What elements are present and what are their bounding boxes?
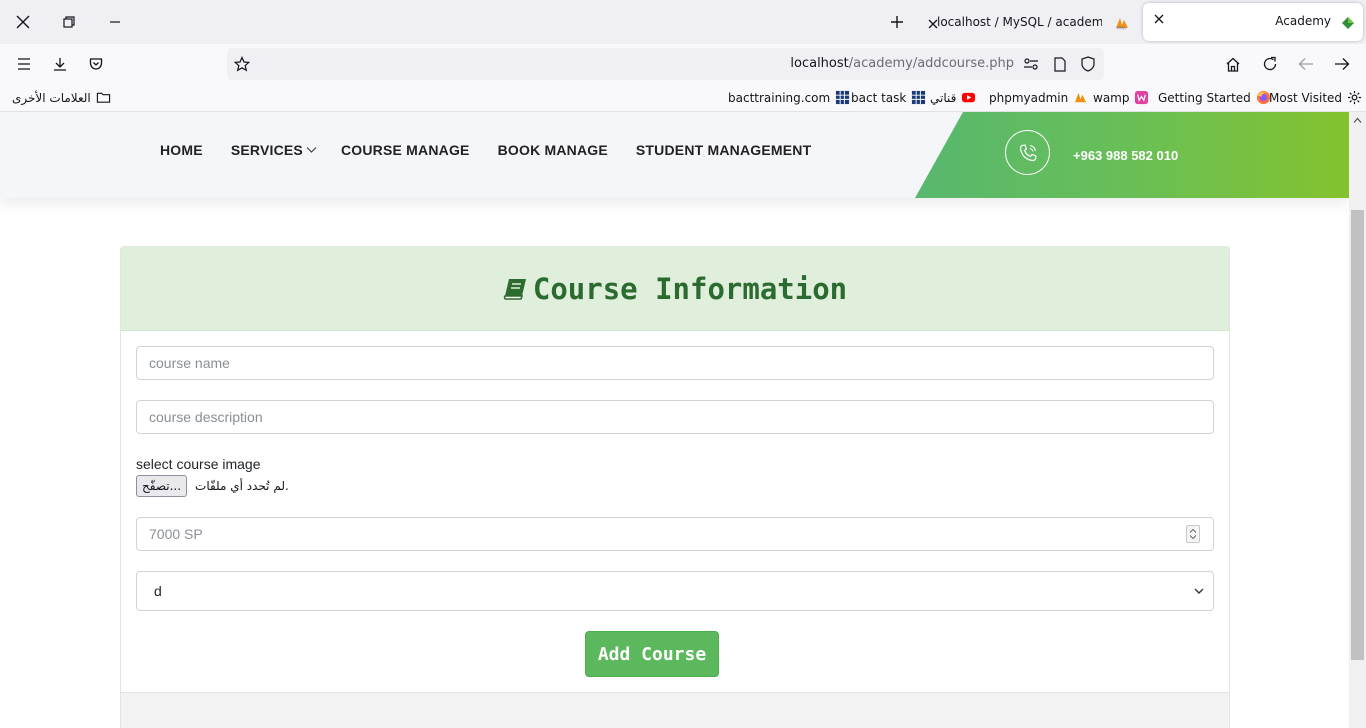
course-name-input[interactable]: [136, 346, 1214, 380]
chevron-down-icon: [306, 147, 317, 153]
bookmark-bact-task[interactable]: bact task: [851, 90, 926, 105]
svg-text:PMA: PMA: [1117, 26, 1126, 31]
forward-icon[interactable]: [1330, 52, 1354, 76]
youtube-icon: [962, 92, 976, 103]
grid-icon: [912, 90, 926, 105]
reload-icon[interactable]: [1258, 52, 1282, 76]
url-text[interactable]: localhost/academy/addcourse.php: [790, 56, 1014, 71]
phone-number[interactable]: +963 988 582 010: [1073, 148, 1178, 163]
home-icon[interactable]: [1221, 52, 1245, 76]
page-viewport: HOME SERVICES COURSE MANAGE BOOK MANAGE …: [0, 112, 1349, 728]
chevron-down-icon: [1194, 588, 1204, 594]
category-selected-value: d: [154, 583, 162, 599]
bookmark-label: bacttraining.com: [728, 90, 831, 105]
bookmark-label: قناتي: [930, 90, 957, 105]
folder-icon: [96, 92, 110, 103]
grid-icon: [836, 90, 850, 105]
course-description-input[interactable]: [136, 400, 1214, 434]
bookmark-label: Most Visited: [1269, 90, 1343, 105]
spinner-arrows-icon: [1189, 528, 1197, 540]
price-input[interactable]: [136, 517, 1214, 551]
close-window-icon[interactable]: [10, 9, 36, 35]
main-menu: HOME SERVICES COURSE MANAGE BOOK MANAGE …: [160, 142, 811, 158]
tab-close-icon[interactable]: [1151, 11, 1167, 27]
back-icon[interactable]: [1294, 52, 1318, 76]
course-image-label: select course image: [136, 456, 261, 472]
course-form-card: Course Information select course image ت…: [120, 246, 1230, 728]
menu-icon[interactable]: [12, 52, 36, 76]
card-header: Course Information: [121, 247, 1229, 331]
bookmarks-toolbar: العلامات الأخرى bacttraining.com bact ta…: [0, 84, 1366, 112]
card-footer: [121, 692, 1229, 728]
menu-services-label: SERVICES: [230, 142, 303, 158]
bookmark-star-icon[interactable]: [230, 52, 254, 76]
minimize-window-icon[interactable]: [102, 9, 128, 35]
menu-student-management[interactable]: STUDENT MANAGEMENT: [636, 142, 811, 158]
tab-title: Academy: [1275, 14, 1331, 28]
other-bookmarks-label: العلامات الأخرى: [12, 90, 91, 105]
phone-icon: [1005, 130, 1050, 175]
category-select[interactable]: d: [136, 571, 1214, 611]
downloads-icon[interactable]: [48, 52, 72, 76]
menu-book-manage[interactable]: BOOK MANAGE: [498, 142, 608, 158]
scrollbar-thumb[interactable]: [1351, 210, 1364, 660]
bookmark-label: wamp: [1093, 90, 1130, 105]
price-field: [136, 517, 1214, 551]
pma-icon: PMA: [1114, 15, 1130, 31]
bookmark-label: bact task: [851, 90, 907, 105]
site-header: HOME SERVICES COURSE MANAGE BOOK MANAGE …: [0, 112, 1349, 198]
pma-icon: [1075, 92, 1087, 103]
reader-view-icon[interactable]: [1048, 52, 1072, 76]
tab-bar: localhost / MySQL / academy / PMA Academ…: [0, 0, 1366, 44]
bookmark-phpmyadmin[interactable]: phpmyadmin: [989, 90, 1088, 105]
browse-button[interactable]: تصفّح...: [136, 475, 188, 497]
bookmark-wamp[interactable]: wamp: [1093, 90, 1149, 105]
bookmark-bacttraining[interactable]: bacttraining.com: [728, 90, 850, 105]
tab-title: localhost / MySQL / academy /: [937, 15, 1102, 29]
url-bar[interactable]: localhost/academy/addcourse.php: [227, 48, 1104, 80]
menu-home[interactable]: HOME: [160, 142, 203, 158]
scroll-up-icon[interactable]: [1353, 116, 1362, 125]
tracking-shield-icon[interactable]: [1076, 52, 1100, 76]
gear-icon: [1347, 90, 1362, 105]
bookmark-my-channel[interactable]: قناتي: [930, 90, 976, 105]
number-spinner[interactable]: [1186, 525, 1200, 543]
academy-favicon-icon: [1341, 15, 1355, 29]
bookmark-getting-started[interactable]: Getting Started: [1158, 90, 1271, 105]
navigation-toolbar: localhost/academy/addcourse.php: [0, 44, 1366, 84]
restore-window-icon[interactable]: [56, 9, 82, 35]
file-status: لم تُحدد أي ملفّات.: [195, 479, 289, 493]
add-course-button[interactable]: Add Course: [585, 631, 719, 677]
new-tab-button[interactable]: [887, 12, 907, 32]
pocket-icon[interactable]: [84, 52, 108, 76]
tab-phpmyadmin[interactable]: localhost / MySQL / academy / PMA: [926, 6, 1136, 38]
card-title: Course Information: [532, 271, 848, 306]
permissions-icon[interactable]: [1019, 52, 1043, 76]
bookmark-label: Getting Started: [1158, 90, 1251, 105]
page-scrollbar[interactable]: [1349, 112, 1366, 728]
course-image-file-input[interactable]: تصفّح... لم تُحدد أي ملفّات.: [136, 475, 289, 497]
book-icon: [503, 278, 526, 300]
bookmark-most-visited[interactable]: Most Visited: [1269, 90, 1362, 105]
tab-academy[interactable]: Academy: [1143, 3, 1363, 41]
wamp-icon: [1135, 90, 1149, 105]
bookmark-label: phpmyadmin: [989, 90, 1069, 105]
menu-course-manage[interactable]: COURSE MANAGE: [341, 142, 470, 158]
other-bookmarks[interactable]: العلامات الأخرى: [12, 90, 111, 105]
menu-services[interactable]: SERVICES: [231, 142, 317, 158]
